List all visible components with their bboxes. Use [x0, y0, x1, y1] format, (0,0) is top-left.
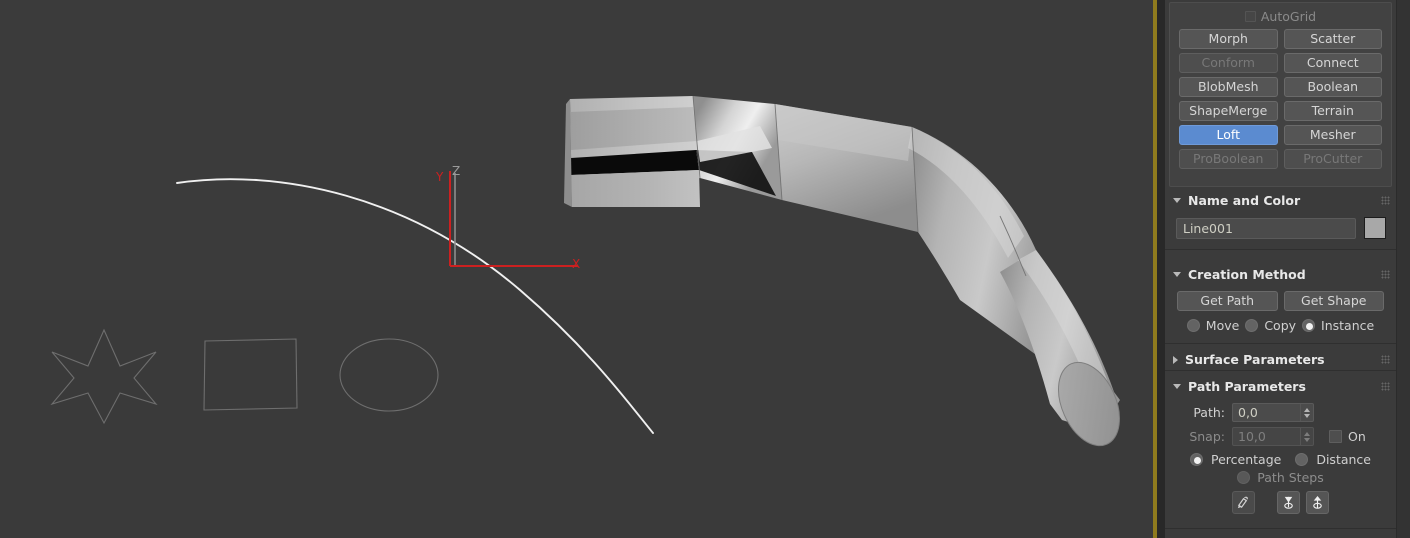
blobmesh-button[interactable]: BlobMesh — [1179, 77, 1278, 97]
path-parameters-rollout: Path Parameters Path: 0,0 Snap: 10,0 On … — [1165, 376, 1396, 538]
svg-text:Y: Y — [435, 170, 444, 184]
svg-text:Z: Z — [452, 164, 460, 178]
copy-label: Copy — [1264, 318, 1297, 333]
procutter-button: ProCutter — [1283, 149, 1382, 169]
autogrid-checkbox[interactable] — [1244, 10, 1256, 22]
mesher-button[interactable]: Mesher — [1283, 125, 1382, 145]
shapemerge-button[interactable]: ShapeMerge — [1179, 101, 1278, 121]
name-and-color-title: Name and Color — [1188, 193, 1301, 208]
previous-shape-button[interactable] — [1277, 491, 1300, 514]
connect-button[interactable]: Connect — [1283, 53, 1382, 73]
move-label: Move — [1205, 318, 1240, 333]
object-type-button-grid: Morph Scatter Conform Connect BlobMesh B… — [1170, 27, 1391, 175]
path-label: Path: — [1193, 405, 1225, 420]
panel-bottom-pad — [1165, 529, 1396, 538]
creation-method-body: Get Path Get Shape Move Copy Instance — [1165, 285, 1396, 343]
snap-value: 10,0 — [1238, 429, 1266, 444]
panel-gutter — [1157, 0, 1165, 538]
snap-row: Snap: 10,0 On — [1171, 423, 1390, 447]
rollout-grip-icon[interactable] — [1381, 355, 1390, 364]
path-spinner-arrows[interactable] — [1300, 404, 1313, 421]
command-panel-scrollbar[interactable] — [1396, 0, 1410, 538]
distance-radio[interactable] — [1295, 453, 1309, 466]
creation-method-options: Move Copy Instance — [1171, 315, 1390, 337]
name-and-color-header[interactable]: Name and Color — [1165, 190, 1396, 211]
shape-tool-buttons — [1171, 485, 1390, 522]
creation-method-rollout: Creation Method Get Path Get Shape Move … — [1165, 264, 1396, 344]
chevron-down-icon[interactable] — [1173, 384, 1181, 389]
get-path-button[interactable]: Get Path — [1177, 291, 1278, 311]
path-value[interactable]: 0,0 — [1233, 404, 1300, 421]
pick-shape-icon — [1237, 496, 1248, 509]
get-buttons-row: Get Path Get Shape — [1171, 289, 1390, 315]
copy-radio[interactable] — [1245, 319, 1259, 332]
proboolean-button: ProBoolean — [1179, 149, 1278, 169]
command-panel: AutoGrid Morph Scatter Conform Connect B… — [1165, 0, 1396, 538]
path-parameters-body: Path: 0,0 Snap: 10,0 On Percentage Dista… — [1165, 397, 1396, 528]
object-color-swatch[interactable] — [1364, 217, 1386, 239]
path-row: Path: 0,0 — [1171, 401, 1390, 423]
max-window: Y Z X AutoGrid Morph Scatter Conform Con… — [0, 0, 1410, 538]
instance-radio[interactable] — [1302, 319, 1316, 332]
next-shape-button[interactable] — [1306, 491, 1329, 514]
path-steps-option: Path Steps — [1171, 467, 1390, 485]
autogrid-label: AutoGrid — [1260, 8, 1317, 24]
scatter-button[interactable]: Scatter — [1283, 29, 1382, 49]
chevron-down-icon[interactable] — [1173, 198, 1181, 203]
percentage-radio[interactable] — [1190, 453, 1203, 466]
path-measure-options: Percentage Distance — [1171, 447, 1390, 467]
perspective-viewport[interactable]: Y Z X — [0, 0, 1153, 538]
name-row: Line001 — [1171, 215, 1390, 243]
get-shape-button[interactable]: Get Shape — [1283, 291, 1384, 311]
spinner-up-icon — [1304, 431, 1310, 436]
spinner-up-icon[interactable] — [1304, 407, 1310, 412]
spinner-down-icon — [1304, 437, 1310, 442]
path-steps-radio — [1237, 471, 1251, 484]
snap-spinner-arrows — [1300, 428, 1313, 445]
percentage-label: Percentage — [1211, 452, 1282, 467]
chevron-down-icon[interactable] — [1173, 272, 1181, 277]
boolean-button[interactable]: Boolean — [1283, 77, 1382, 97]
name-and-color-body: Line001 — [1165, 211, 1396, 249]
snap-label: Snap: — [1189, 429, 1225, 444]
svg-text:X: X — [572, 257, 580, 271]
instance-label: Instance — [1321, 318, 1375, 333]
morph-button[interactable]: Morph — [1179, 29, 1278, 49]
snap-on-group[interactable]: On — [1329, 429, 1366, 444]
snap-on-checkbox[interactable] — [1329, 430, 1342, 443]
object-name-input[interactable]: Line001 — [1176, 217, 1356, 239]
rollout-grip-icon[interactable] — [1381, 270, 1390, 279]
chevron-right-icon[interactable] — [1173, 355, 1178, 364]
path-steps-label: Path Steps — [1257, 470, 1324, 485]
loft-button[interactable]: Loft — [1179, 125, 1278, 145]
path-spinner[interactable]: 0,0 — [1232, 403, 1314, 422]
surface-parameters-title: Surface Parameters — [1185, 352, 1325, 367]
rollout-grip-icon[interactable] — [1381, 382, 1390, 391]
distance-label: Distance — [1316, 452, 1371, 467]
autogrid-row[interactable]: AutoGrid — [1170, 5, 1391, 27]
creation-method-header[interactable]: Creation Method — [1165, 264, 1396, 285]
snap-spinner: 10,0 — [1232, 427, 1314, 446]
pick-shape-button[interactable] — [1232, 491, 1255, 514]
surface-parameters-rollout: Surface Parameters — [1165, 349, 1396, 371]
rollout-grip-icon[interactable] — [1381, 196, 1390, 205]
snap-on-label: On — [1348, 429, 1366, 444]
terrain-button[interactable]: Terrain — [1283, 101, 1382, 121]
next-shape-icon — [1313, 495, 1322, 509]
name-and-color-rollout: Name and Color Line001 — [1165, 190, 1396, 250]
previous-shape-icon — [1284, 496, 1293, 509]
object-type-group: AutoGrid Morph Scatter Conform Connect B… — [1169, 2, 1392, 187]
path-parameters-title: Path Parameters — [1188, 379, 1306, 394]
surface-parameters-header[interactable]: Surface Parameters — [1165, 349, 1396, 370]
viewport-canvas: Y Z X — [0, 0, 1153, 538]
move-radio[interactable] — [1186, 319, 1200, 332]
spinner-down-icon[interactable] — [1304, 413, 1310, 418]
creation-method-title: Creation Method — [1188, 267, 1306, 282]
path-parameters-header[interactable]: Path Parameters — [1165, 376, 1396, 397]
conform-button: Conform — [1179, 53, 1278, 73]
